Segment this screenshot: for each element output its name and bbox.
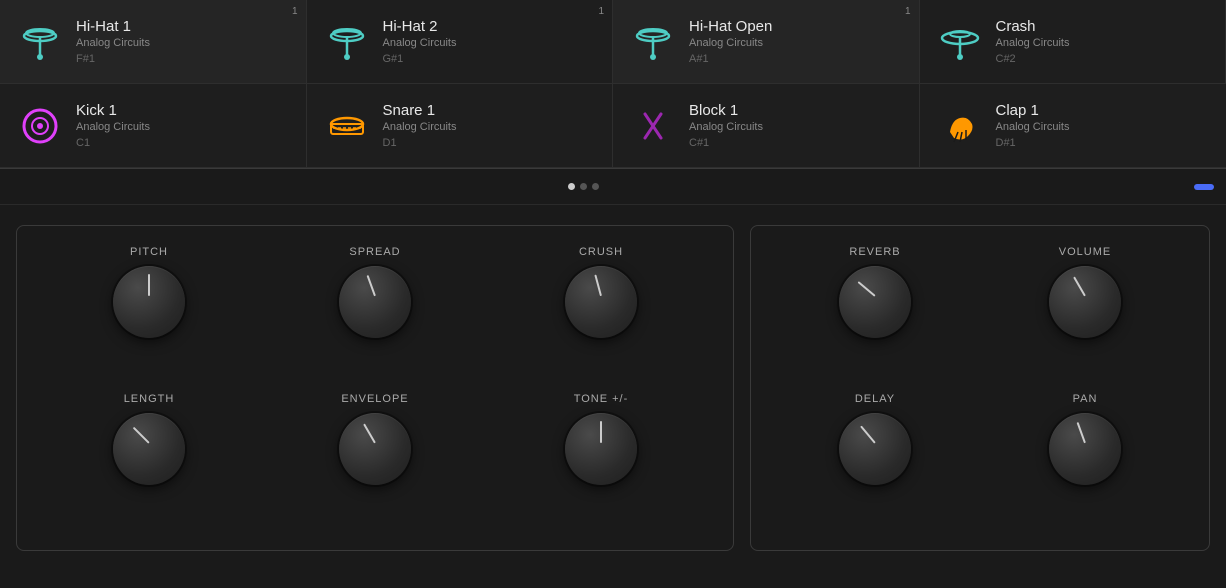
pad-number: 1 <box>598 6 604 17</box>
pad-hihat-open[interactable]: 1 Hi-Hat Open Analog Circuits A#1 <box>613 0 920 84</box>
pad-name: Kick 1 <box>76 102 150 119</box>
pad-note: G#1 <box>383 53 457 65</box>
pad-info: Hi-Hat 2 Analog Circuits G#1 <box>383 18 457 65</box>
knob-volume[interactable] <box>1049 266 1121 338</box>
pad-preset: Analog Circuits <box>689 37 772 49</box>
pad-note: C#1 <box>689 137 763 149</box>
pad-control-button[interactable] <box>1194 184 1214 190</box>
pad-grid: 1 Hi-Hat 1 Analog Circuits F#1 1 <box>0 0 1226 169</box>
pad-icon-hihat <box>16 18 64 66</box>
knob-group-tone: TONE +/- <box>493 393 709 530</box>
knob-label-crush: CRUSH <box>579 246 623 258</box>
pad-preset: Analog Circuits <box>383 121 457 133</box>
pad-snare1[interactable]: Snare 1 Analog Circuits D1 <box>307 84 614 168</box>
pad-clap1[interactable]: Clap 1 Analog Circuits D#1 <box>920 84 1226 168</box>
pad-name: Clap 1 <box>996 102 1070 119</box>
knob-crush[interactable] <box>565 266 637 338</box>
pad-note: C1 <box>76 137 150 149</box>
pad-name: Snare 1 <box>383 102 457 119</box>
knob-reverb[interactable] <box>839 266 911 338</box>
pad-preset: Analog Circuits <box>996 121 1070 133</box>
page-dots <box>568 183 599 190</box>
pad-note: F#1 <box>76 53 150 65</box>
knob-label-pitch: PITCH <box>130 246 168 258</box>
pad-note: D#1 <box>996 137 1070 149</box>
pad-preset: Analog Circuits <box>383 37 457 49</box>
pad-name: Hi-Hat 2 <box>383 18 457 35</box>
knob-label-tone: TONE +/- <box>574 393 629 405</box>
knob-group-spread: SPREAD <box>267 246 483 383</box>
knob-group-volume: VOLUME <box>985 246 1185 383</box>
knob-label-pan: PAN <box>1073 393 1098 405</box>
pad-kick1[interactable]: Kick 1 Analog Circuits C1 <box>0 84 307 168</box>
knob-group-pitch: PITCH <box>41 246 257 383</box>
pad-preset: Analog Circuits <box>996 37 1070 49</box>
knob-group-delay: DELAY <box>775 393 975 530</box>
knob-label-volume: VOLUME <box>1059 246 1111 258</box>
pad-icon-hihat <box>323 18 371 66</box>
sampler-main-button[interactable] <box>1154 184 1166 190</box>
pad-crash[interactable]: Crash Analog Circuits C#2 <box>920 0 1226 84</box>
pad-info: Clap 1 Analog Circuits D#1 <box>996 102 1070 149</box>
knob-group-pan: PAN <box>985 393 1185 530</box>
pad-name: Crash <box>996 18 1070 35</box>
pad-number: 1 <box>292 6 298 17</box>
pad-number: 1 <box>905 6 911 17</box>
knob-group-reverb: REVERB <box>775 246 975 383</box>
knob-group-length: LENGTH <box>41 393 257 530</box>
pad-icon-block <box>629 102 677 150</box>
knob-label-delay: DELAY <box>855 393 895 405</box>
knob-length[interactable] <box>113 413 185 485</box>
pad-name: Hi-Hat Open <box>689 18 772 35</box>
pad-icon-hihat <box>629 18 677 66</box>
pad-note: A#1 <box>689 53 772 65</box>
knob-tone[interactable] <box>565 413 637 485</box>
knob-group-envelope: ENVELOPE <box>267 393 483 530</box>
pad-hihat2[interactable]: 1 Hi-Hat 2 Analog Circuits G#1 <box>307 0 614 84</box>
pad-note: D1 <box>383 137 457 149</box>
pad-preset: Analog Circuits <box>76 37 150 49</box>
pad-info: Hi-Hat 1 Analog Circuits F#1 <box>76 18 150 65</box>
dot-2[interactable] <box>580 183 587 190</box>
pad-preset: Analog Circuits <box>76 121 150 133</box>
left-knob-panel: PITCH SPREAD CRUSH LENGTH <box>16 225 734 551</box>
pad-name: Hi-Hat 1 <box>76 18 150 35</box>
knob-label-reverb: REVERB <box>849 246 900 258</box>
pad-note: C#2 <box>996 53 1070 65</box>
knob-envelope[interactable] <box>339 413 411 485</box>
pad-info: Crash Analog Circuits C#2 <box>996 18 1070 65</box>
pad-info: Kick 1 Analog Circuits C1 <box>76 102 150 149</box>
pad-icon-kick <box>16 102 64 150</box>
pad-info: Block 1 Analog Circuits C#1 <box>689 102 763 149</box>
pad-info: Hi-Hat Open Analog Circuits A#1 <box>689 18 772 65</box>
knob-label-length: LENGTH <box>124 393 175 405</box>
toolbar <box>0 169 1226 205</box>
knob-spread[interactable] <box>339 266 411 338</box>
knob-label-spread: SPREAD <box>349 246 400 258</box>
pad-block1[interactable]: Block 1 Analog Circuits C#1 <box>613 84 920 168</box>
right-knob-panel: REVERB VOLUME DELAY PAN <box>750 225 1210 551</box>
pad-hihat1[interactable]: 1 Hi-Hat 1 Analog Circuits F#1 <box>0 0 307 84</box>
pad-icon-clap <box>936 102 984 150</box>
dot-3[interactable] <box>592 183 599 190</box>
pad-name: Block 1 <box>689 102 763 119</box>
pad-info: Snare 1 Analog Circuits D1 <box>383 102 457 149</box>
pad-icon-crash <box>936 18 984 66</box>
knob-pan[interactable] <box>1049 413 1121 485</box>
dot-1[interactable] <box>568 183 575 190</box>
sampler-detail-button[interactable] <box>1174 184 1186 190</box>
knob-pitch[interactable] <box>113 266 185 338</box>
pad-preset: Analog Circuits <box>689 121 763 133</box>
pad-icon-snare <box>323 102 371 150</box>
knob-label-envelope: ENVELOPE <box>341 393 408 405</box>
knob-group-crush: CRUSH <box>493 246 709 383</box>
bottom-panel: PITCH SPREAD CRUSH LENGTH <box>0 205 1226 571</box>
knob-delay[interactable] <box>839 413 911 485</box>
